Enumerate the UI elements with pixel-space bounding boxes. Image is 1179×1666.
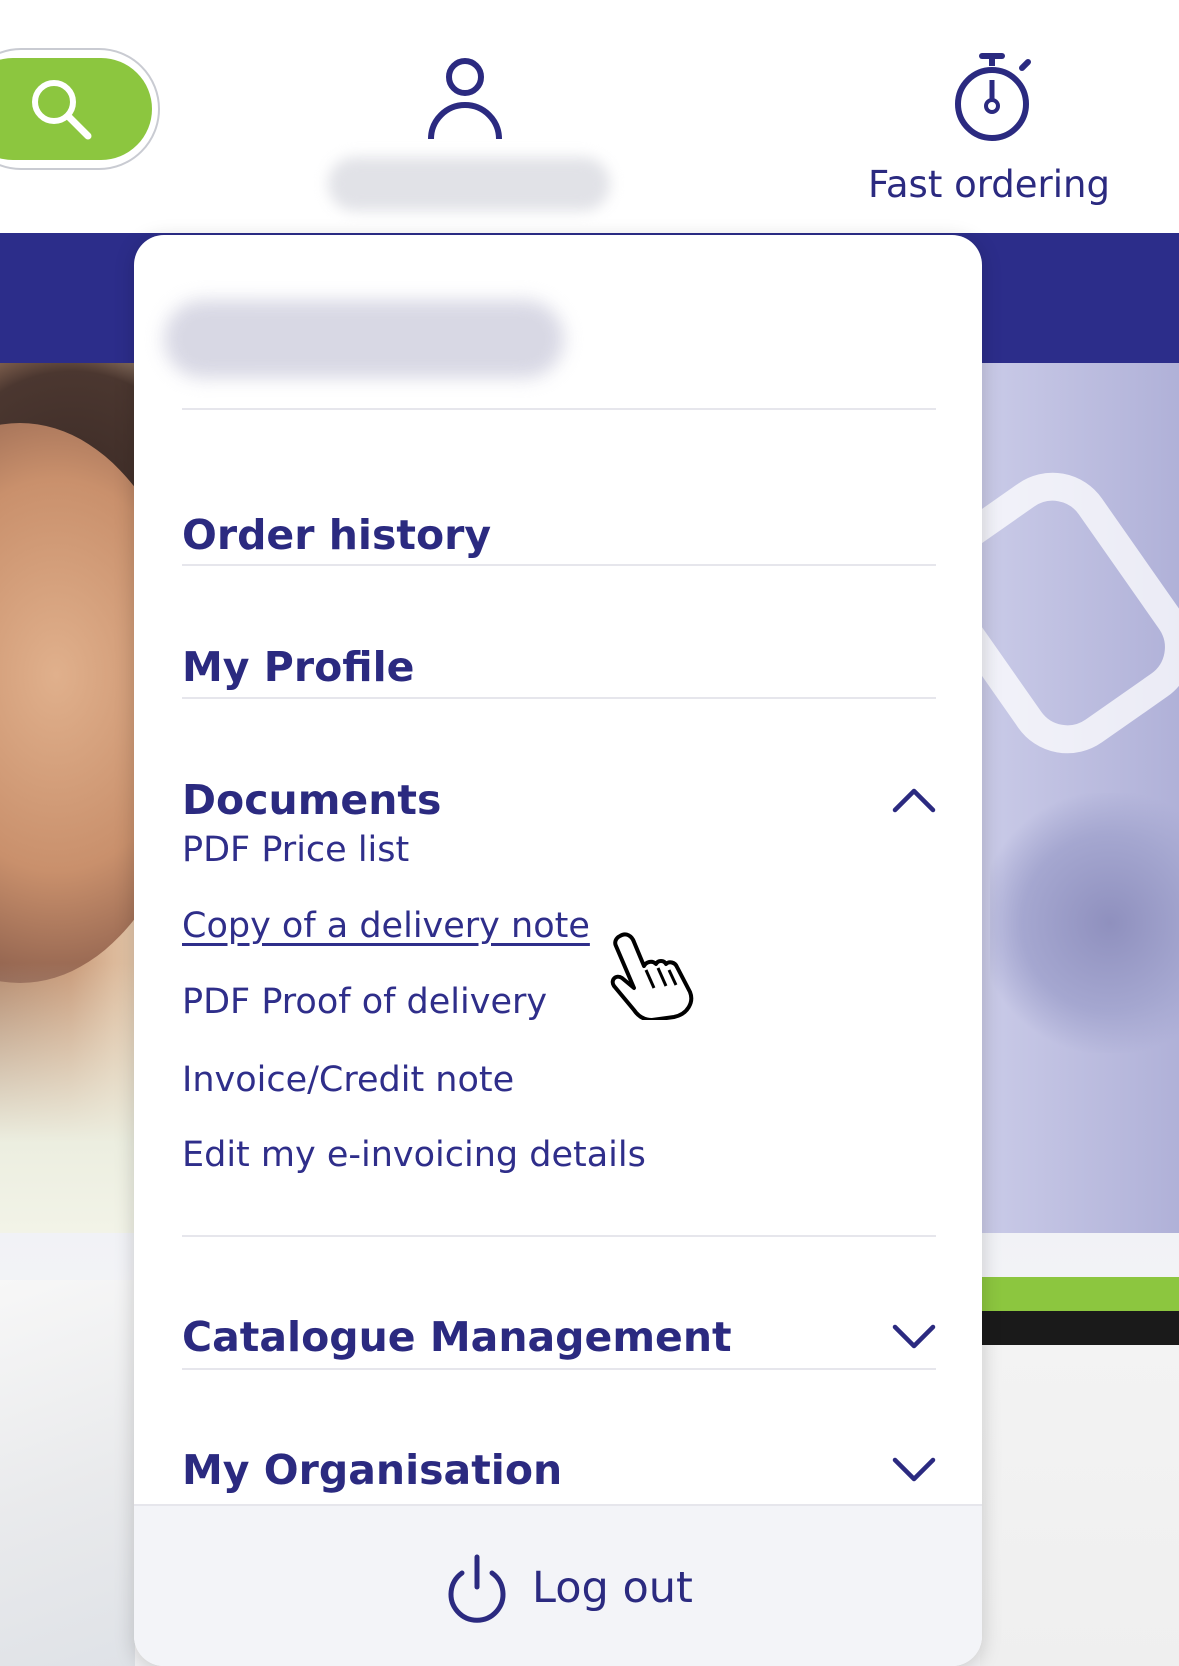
chevron-down-icon — [892, 1324, 936, 1349]
menu-my-profile-label: My Profile — [182, 643, 415, 691]
menu-documents[interactable]: Documents — [182, 765, 936, 835]
hero-decor-blur — [990, 793, 1179, 1053]
user-icon[interactable] — [425, 55, 505, 141]
logout-button[interactable]: Log out — [444, 1550, 693, 1626]
logout-section: Log out — [134, 1504, 982, 1666]
menu-catalogue-management-label: Catalogue Management — [182, 1313, 732, 1361]
menu-order-history[interactable]: Order history — [182, 500, 936, 570]
divider — [182, 1235, 936, 1237]
site-header: Fast ordering — [0, 0, 1179, 233]
promo-caption-strip — [960, 1311, 1179, 1345]
search-icon — [32, 80, 92, 140]
link-invoice-credit-note[interactable]: Invoice/Credit note — [182, 1060, 514, 1100]
divider — [182, 1368, 936, 1370]
account-dropdown-menu: Order history My Profile Documents PDF P… — [134, 235, 982, 1666]
menu-order-history-label: Order history — [182, 511, 492, 559]
search-box[interactable] — [0, 48, 160, 170]
chevron-up-icon — [892, 788, 936, 813]
user-name-redacted — [164, 300, 564, 378]
menu-documents-label: Documents — [182, 776, 442, 824]
divider — [182, 564, 936, 566]
chevron-down-icon — [892, 1457, 936, 1482]
divider — [182, 408, 936, 410]
promo-strip — [960, 1277, 1179, 1311]
power-icon — [448, 1554, 506, 1623]
menu-catalogue-management[interactable]: Catalogue Management — [182, 1302, 936, 1372]
stopwatch-icon[interactable] — [950, 50, 1036, 144]
search-button[interactable] — [0, 58, 152, 160]
link-copy-delivery-note[interactable]: Copy of a delivery note — [182, 906, 590, 946]
divider — [182, 697, 936, 699]
menu-my-profile[interactable]: My Profile — [182, 632, 936, 702]
menu-my-organisation-label: My Organisation — [182, 1446, 563, 1494]
account-name-redacted — [328, 157, 610, 211]
link-edit-e-invoicing[interactable]: Edit my e-invoicing details — [182, 1135, 646, 1175]
product-image-right — [980, 1345, 1179, 1666]
link-pdf-price-list[interactable]: PDF Price list — [182, 830, 409, 870]
logout-label: Log out — [532, 1563, 693, 1613]
product-image — [0, 1280, 135, 1666]
menu-my-organisation[interactable]: My Organisation — [182, 1435, 936, 1505]
link-pdf-proof-of-delivery[interactable]: PDF Proof of delivery — [182, 982, 547, 1022]
fast-ordering-link[interactable]: Fast ordering — [868, 163, 1118, 206]
hand-pointer-cursor-icon — [610, 932, 694, 1020]
